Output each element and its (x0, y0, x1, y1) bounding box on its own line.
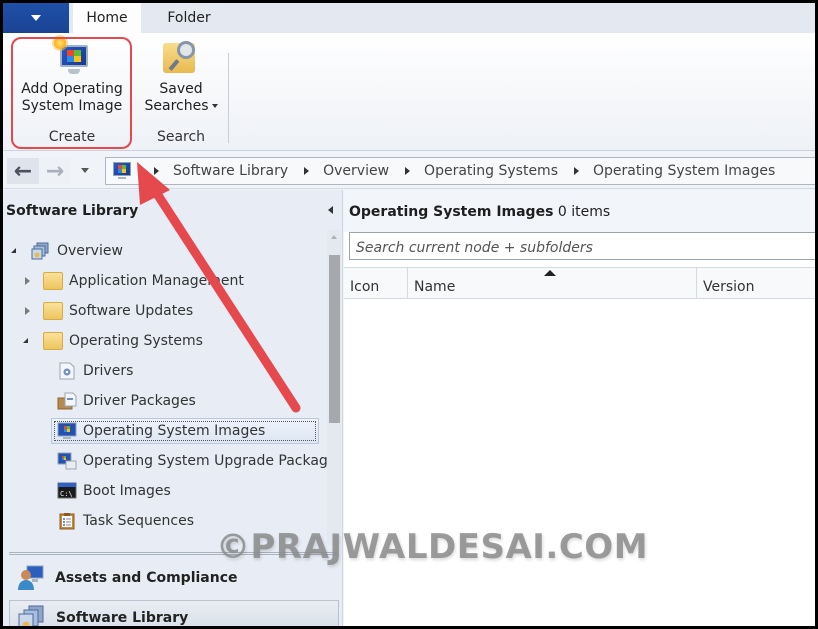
task-sequences-icon (57, 512, 77, 530)
scrollbar-thumb[interactable] (329, 255, 340, 423)
workspace-label: Assets and Compliance (55, 570, 238, 586)
overview-icon (31, 242, 51, 260)
drivers-icon (57, 362, 77, 380)
navigation-pane-title: Software Library (6, 203, 139, 219)
breadcrumb-item[interactable]: Overview (323, 163, 389, 179)
back-button[interactable]: ← (7, 158, 39, 184)
ribbon: Add Operating System Image Create Saved … (3, 33, 815, 151)
workspace-label: Software Library (56, 610, 189, 626)
tab-home[interactable]: Home (73, 3, 141, 33)
breadcrumb-item[interactable]: Operating Systems (424, 163, 558, 179)
breadcrumb-separator-icon[interactable] (574, 167, 579, 175)
history-dropdown-icon[interactable] (81, 168, 89, 173)
highlight-annotation-box (11, 37, 132, 149)
breadcrumb-item[interactable]: Software Library (173, 163, 288, 179)
scroll-up-icon[interactable] (331, 235, 337, 239)
assets-and-compliance-icon (17, 565, 45, 591)
tree-item-operating-systems[interactable]: Operating Systems (23, 328, 203, 354)
tree-item-os-upgrade-package[interactable]: Operating System Upgrade Package (57, 448, 336, 474)
driver-packages-icon (57, 392, 77, 410)
tree-item-label: Operating System Upgrade Package (83, 453, 337, 469)
workspace-software-library[interactable]: Software Library (9, 600, 339, 626)
tree-item-operating-system-images[interactable]: Operating System Images (51, 418, 319, 444)
folder-icon (43, 332, 63, 350)
breadcrumb-separator-icon[interactable] (154, 167, 159, 175)
results-grid-header: Icon Name Version (344, 267, 815, 299)
boot-images-icon: C:\ (57, 482, 77, 500)
tree-item-task-sequences[interactable]: Task Sequences (57, 508, 194, 534)
column-header-icon[interactable]: Icon (344, 268, 408, 299)
pane-splitter[interactable] (9, 552, 337, 555)
workspace-assets-and-compliance[interactable]: Assets and Compliance (9, 560, 339, 596)
tree-item-label: Driver Packages (83, 393, 196, 409)
application-menu-button[interactable] (3, 3, 69, 33)
navigation-pane: Software Library Overview Application Ma… (3, 190, 343, 626)
folder-icon (43, 272, 63, 290)
os-upgrade-package-icon (57, 452, 77, 470)
chevron-down-icon (31, 15, 41, 21)
tree-item-label: Operating System Images (83, 423, 266, 439)
results-header: Operating System Images 0 items (344, 190, 815, 232)
back-arrow-icon: ← (13, 158, 33, 184)
software-library-icon (18, 605, 46, 626)
column-header-version[interactable]: Version (697, 268, 815, 299)
tree-item-label: Software Updates (69, 303, 194, 319)
forward-button[interactable]: → (39, 158, 71, 184)
sort-ascending-icon (544, 270, 556, 276)
results-title: Operating System Images 0 items (349, 204, 610, 220)
tree-item-label: Application Management (69, 273, 244, 289)
saved-searches-label-line1: Saved (159, 81, 203, 97)
expand-toggle-icon[interactable] (23, 338, 28, 343)
item-count: 0 items (557, 204, 611, 220)
ribbon-group-label: Search (156, 129, 206, 145)
collapse-pane-icon[interactable] (328, 206, 333, 214)
tree-item-software-updates[interactable]: Software Updates (23, 298, 193, 324)
tree-item-driver-packages[interactable]: Driver Packages (57, 388, 196, 414)
console-root-icon[interactable] (112, 162, 132, 180)
tree-item-label: Task Sequences (83, 513, 195, 529)
saved-searches-icon (161, 37, 201, 77)
svg-text:C:\: C:\ (60, 490, 73, 498)
saved-searches-label-line2: Searches (144, 98, 209, 114)
tree-item-label: Operating Systems (69, 333, 203, 349)
breadcrumb-separator-icon[interactable] (405, 167, 411, 175)
expand-toggle-icon[interactable] (11, 248, 16, 253)
dropdown-caret-icon (211, 104, 218, 108)
saved-searches-button[interactable]: Saved Searches (141, 37, 221, 115)
tree-item-label: Boot Images (83, 483, 171, 499)
expand-toggle-icon[interactable] (25, 277, 30, 285)
expand-toggle-icon[interactable] (25, 307, 30, 315)
tree-item-label: Overview (57, 243, 123, 259)
tree-item-label: Drivers (83, 363, 134, 379)
breadcrumb-item[interactable]: Operating System Images (593, 163, 775, 179)
navigation-bar: ← → Software Library Overview Operating … (3, 153, 815, 189)
os-image-icon (57, 422, 77, 440)
tree-item-drivers[interactable]: Drivers (57, 358, 133, 384)
search-input[interactable] (349, 232, 815, 260)
ribbon-group-search: Saved Searches Search (141, 33, 221, 149)
console-window: Home Folder Add Operating System Image C… (3, 3, 815, 626)
breadcrumb: Software Library Overview Operating Syst… (105, 157, 815, 185)
folder-icon (43, 302, 63, 320)
breadcrumb-separator-icon[interactable] (304, 167, 310, 175)
ribbon-separator (228, 53, 229, 143)
tree-item-boot-images[interactable]: C:\ Boot Images (57, 478, 171, 504)
node-name: Operating System Images (349, 204, 554, 220)
ribbon-tab-strip: Home Folder (3, 3, 815, 33)
forward-arrow-icon: → (45, 158, 65, 184)
results-pane: Operating System Images 0 items Icon Nam… (344, 190, 815, 626)
tree-item-overview[interactable]: Overview (11, 238, 123, 264)
tree-item-application-management[interactable]: Application Management (23, 268, 244, 294)
tab-folder[interactable]: Folder (149, 3, 229, 33)
